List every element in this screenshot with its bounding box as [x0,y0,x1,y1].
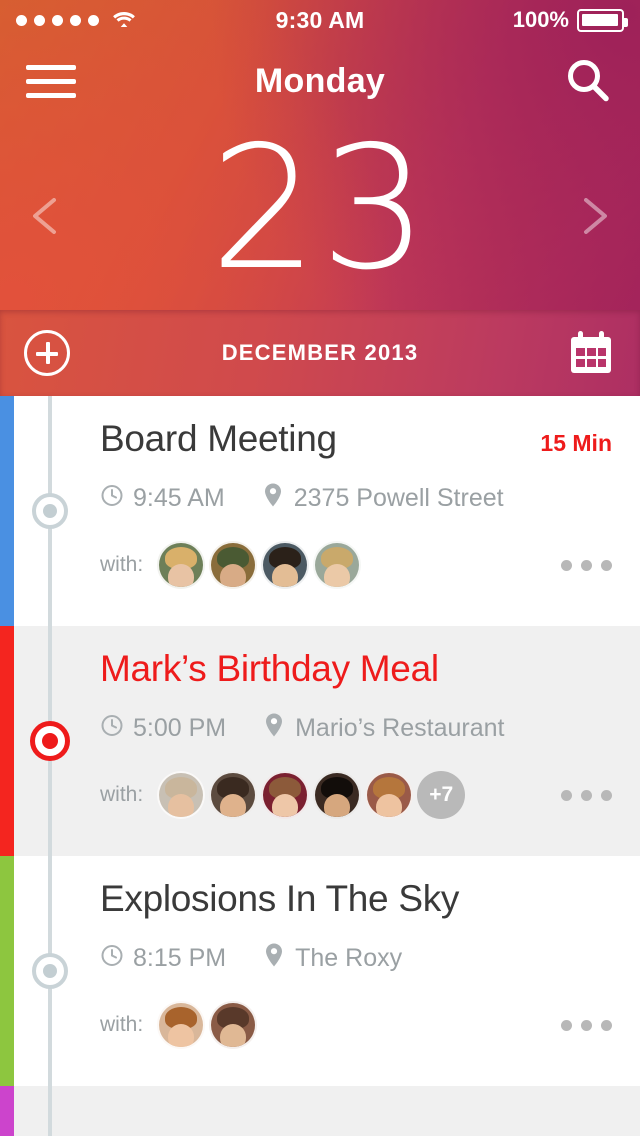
more-dot [581,1019,592,1031]
more-dot [601,559,612,571]
event-meta: 9:45 AM 2375 Powell Street [100,482,612,515]
event-accent-bar [0,626,14,856]
event-row[interactable]: Mark’s Birthday Meal 5:00 PM Mario’s Resta… [0,626,640,856]
event-attendees: with: [100,541,612,589]
timeline-marker [32,493,68,529]
avatar[interactable] [261,541,310,589]
month-year-label: DECEMBER 2013 [221,340,419,365]
calendar-icon[interactable] [566,329,616,377]
event-location: Mario’s Restaurant [262,712,504,745]
avatar[interactable] [261,771,310,819]
event-title: Board Meeting [100,418,337,459]
event-list[interactable]: Board Meeting 15 Min 9:45 AM 2375 Powell St… [0,396,640,1136]
event-body: Geek Breakfast [100,1108,612,1136]
event-location-label: The Roxy [295,944,403,972]
event-duration-badge: 15 Min [540,430,612,456]
location-pin-icon [261,482,285,515]
with-label: with: [100,1013,144,1036]
event-location: 2375 Powell Street [261,482,504,515]
battery-full-icon [577,8,628,32]
event-body: Mark’s Birthday Meal 5:00 PM Mario’s Resta… [100,648,612,819]
avatar-overflow-count[interactable]: +7 [417,771,466,819]
event-location: The Roxy [262,942,402,975]
hamburger-bar [26,78,76,84]
more-dot [561,559,572,571]
avatar[interactable] [157,771,206,819]
event-title: Explosions In The Sky [100,878,460,919]
clock-icon [100,482,124,515]
location-pin-icon [262,712,286,745]
avatar[interactable] [365,771,414,819]
more-dot [561,1019,572,1031]
hamburger-bar [26,64,76,70]
event-row[interactable]: Board Meeting 15 Min 9:45 AM 2375 Powell St… [0,396,640,626]
more-options-icon[interactable] [561,1019,612,1031]
more-options-icon[interactable] [561,559,612,571]
timeline-marker [32,953,68,989]
avatar[interactable] [157,1001,206,1049]
event-meta: 8:15 PM The Roxy [100,942,612,975]
event-time: 9:45 AM [100,482,225,515]
avatar-group: +7 [157,771,469,819]
event-accent-bar [0,396,14,626]
more-dot [601,789,612,801]
event-body: Explosions In The Sky 8:15 PM The Roxy with… [100,878,612,1049]
event-accent-bar [0,856,14,1086]
chevron-left-icon[interactable] [24,193,70,239]
day-number: 23 [209,110,431,308]
event-attendees: with: [100,1001,612,1049]
more-dot [601,1019,612,1031]
event-row[interactable]: Geek Breakfast [0,1086,640,1136]
plus-circle-icon[interactable] [24,330,70,376]
event-location-label: Mario’s Restaurant [295,714,505,742]
hamburger-menu-icon[interactable] [26,61,76,101]
avatar[interactable] [157,541,206,589]
more-dot [581,789,592,801]
event-attendees: with: +7 [100,771,612,819]
more-dot [581,559,592,571]
event-time-label: 8:15 PM [133,944,227,972]
avatar[interactable] [313,771,362,819]
clock-icon [100,712,124,745]
avatar[interactable] [209,771,258,819]
more-dot [561,789,572,801]
timeline-line [48,1086,52,1136]
timeline-marker [30,721,70,761]
event-time: 5:00 PM [100,712,226,745]
avatar-group [157,541,365,589]
clock-icon [100,942,124,975]
page-title: Monday [254,61,386,100]
event-accent-bar [0,1086,14,1136]
status-bar: 9:30 AM 100% [0,0,640,40]
event-time: 8:15 PM [100,942,226,975]
avatar-group [157,1001,261,1049]
event-meta: 5:00 PM Mario’s Restaurant [100,712,612,745]
with-label: with: [100,783,144,806]
hamburger-bar [26,92,76,98]
avatar[interactable] [313,541,362,589]
event-title: Mark’s Birthday Meal [100,648,439,689]
avatar[interactable] [209,541,258,589]
event-location-label: 2375 Powell Street [293,484,504,512]
event-body: Board Meeting 15 Min 9:45 AM 2375 Powell St… [100,418,612,589]
status-bar-time: 9:30 AM [275,6,365,33]
day-number-area: 23 [0,122,640,310]
event-time-label: 5:00 PM [133,714,227,742]
day-header: 9:30 AM 100% Monday 23 [0,0,640,310]
event-time-label: 9:45 AM [133,484,225,512]
avatar[interactable] [209,1001,258,1049]
chevron-right-icon[interactable] [570,193,616,239]
month-bar: DECEMBER 2013 [0,310,640,396]
event-row[interactable]: Explosions In The Sky 8:15 PM The Roxy with… [0,856,640,1086]
more-options-icon[interactable] [561,789,612,801]
search-icon[interactable] [562,55,614,107]
location-pin-icon [262,942,286,975]
calendar-app-screen: 9:30 AM 100% Monday 23 DECEMBER 2013 Boa… [0,0,640,1136]
with-label: with: [100,553,144,576]
